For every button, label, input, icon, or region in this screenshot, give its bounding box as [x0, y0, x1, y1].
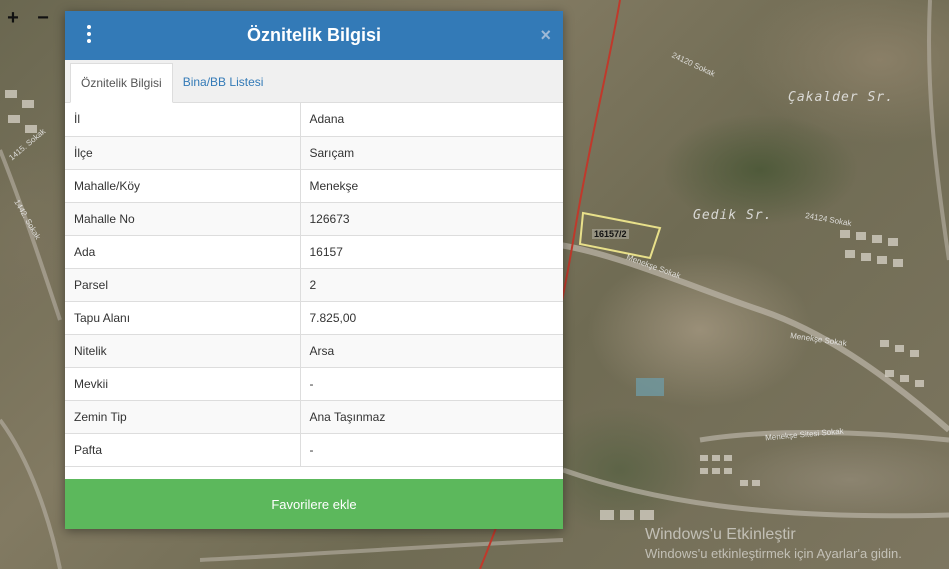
kebab-menu-icon[interactable] [83, 25, 95, 45]
row-key: Zemin Tip [65, 400, 301, 434]
close-icon[interactable]: × [540, 23, 551, 47]
table-row: Zemin Tip Ana Taşınmaz [65, 400, 563, 434]
windows-activation-watermark: Windows'u Etkinleştir Windows'u etkinleş… [645, 526, 902, 561]
row-key: Mevkii [65, 367, 301, 401]
row-value: - [300, 367, 563, 401]
table-row: Ada 16157 [65, 235, 563, 269]
table-row: Pafta - [65, 433, 563, 467]
watermark-subtitle: Windows'u etkinleştirmek için Ayarlar'a … [645, 546, 902, 561]
table-row: İlçe Sarıçam [65, 136, 563, 170]
row-value: Menekşe [300, 169, 563, 203]
row-key: Pafta [65, 433, 301, 467]
row-key: Parsel [65, 268, 301, 302]
table-row: Tapu Alanı 7.825,00 [65, 301, 563, 335]
row-value: - [300, 433, 563, 467]
row-value: Adana [300, 103, 563, 137]
watermark-title: Windows'u Etkinleştir [645, 526, 796, 543]
tab-bar: Öznitelik Bilgisi Bina/BB Listesi [65, 60, 563, 103]
add-to-favorites-button[interactable]: Favorilere ekle [65, 479, 563, 529]
panel-header: Öznitelik Bilgisi × [65, 11, 563, 60]
row-value: Sarıçam [300, 136, 563, 170]
panel-title: Öznitelik Bilgisi [246, 25, 382, 45]
row-key: Mahalle No [65, 202, 301, 236]
table-row: Mahalle No 126673 [65, 202, 563, 236]
row-key: Tapu Alanı [65, 301, 301, 335]
row-value: Arsa [300, 334, 563, 368]
street-label-cakalder: Çakalder Sr. [788, 90, 894, 105]
parcel-label[interactable]: 16157/2 [592, 229, 629, 239]
row-value: 126673 [300, 202, 563, 236]
row-key: Nitelik [65, 334, 301, 368]
row-key: Mahalle/Köy [65, 169, 301, 203]
row-key: Ada [65, 235, 301, 269]
attribute-table: İl Adana İlçe Sarıçam Mahalle/Köy Menekşe M… [65, 103, 563, 467]
table-row: İl Adana [65, 103, 563, 137]
street-label-gedik: Gedik Sr. [693, 208, 773, 223]
tab-attribute-info[interactable]: Öznitelik Bilgisi [70, 63, 173, 103]
table-row: Mevkii - [65, 367, 563, 401]
zoom-out-button[interactable]: − [30, 8, 56, 30]
row-value: Ana Taşınmaz [300, 400, 563, 434]
attribute-info-panel: Öznitelik Bilgisi × Öznitelik Bilgisi Bi… [65, 11, 563, 529]
zoom-in-button[interactable]: + [0, 8, 26, 30]
table-row: Nitelik Arsa [65, 334, 563, 368]
row-key: İl [65, 103, 301, 137]
row-value: 16157 [300, 235, 563, 269]
row-value: 7.825,00 [300, 301, 563, 335]
table-row: Parsel 2 [65, 268, 563, 302]
tab-building-list[interactable]: Bina/BB Listesi [173, 62, 274, 102]
table-row: Mahalle/Köy Menekşe [65, 169, 563, 203]
row-key: İlçe [65, 136, 301, 170]
row-value: 2 [300, 268, 563, 302]
